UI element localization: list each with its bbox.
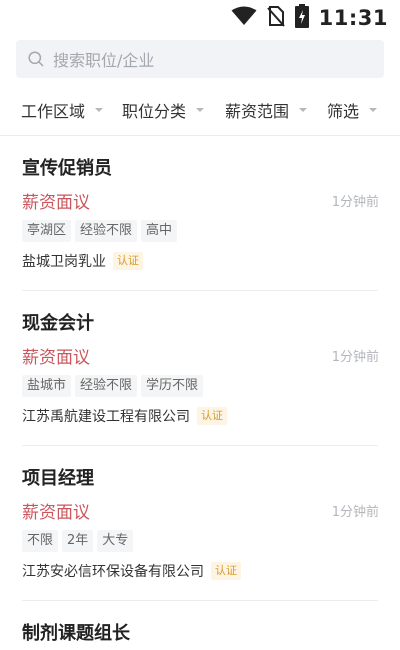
filter-label: 筛选: [327, 102, 360, 121]
job-tag: 经验不限: [75, 375, 138, 397]
search-placeholder: 搜索职位/企业: [53, 51, 155, 70]
filter-bar: 工作区域 职位分类 薪资范围 筛选: [0, 92, 400, 128]
job-tag: 盐城市: [22, 375, 72, 397]
filter-more[interactable]: 筛选: [327, 92, 378, 128]
search-input[interactable]: 搜索职位/企业: [16, 40, 384, 78]
company-name: 盐城卫岗乳业: [22, 254, 106, 270]
job-card[interactable]: 宣传促销员 薪资面议 1分钟前 亭湖区 经验不限 高中 盐城卫岗乳业 认证: [0, 136, 400, 291]
battery-charging-icon: [294, 4, 309, 32]
verified-badge: 认证: [197, 407, 227, 425]
job-title: 现金会计: [22, 313, 94, 334]
dropdown-arrow-icon: [196, 108, 205, 112]
job-tag: 大专: [97, 530, 134, 552]
job-tag: 学历不限: [141, 375, 204, 397]
verified-badge: 认证: [113, 252, 143, 270]
filter-work-area[interactable]: 工作区域: [21, 92, 104, 128]
job-card[interactable]: 项目经理 薪资面议 1分钟前 不限 2年 大专 江苏安必信环保设备有限公司 认证: [0, 446, 400, 601]
status-time: 11:31: [318, 6, 388, 30]
status-bar: 11:31: [0, 0, 400, 36]
job-salary: 薪资面议: [22, 348, 90, 368]
status-icons: 11:31: [231, 4, 388, 32]
job-tag: 亭湖区: [22, 220, 72, 242]
filter-label: 职位分类: [122, 102, 187, 121]
job-tag: 经验不限: [75, 220, 138, 242]
job-salary: 薪资面议: [22, 503, 90, 523]
filter-label: 工作区域: [21, 102, 86, 121]
job-tag: 高中: [141, 220, 178, 242]
job-company: 江苏安必信环保设备有限公司 认证: [22, 561, 241, 581]
job-post-time: 1分钟前: [331, 195, 379, 210]
dropdown-arrow-icon: [299, 108, 308, 112]
job-tags: 亭湖区 经验不限 高中: [22, 220, 178, 242]
filter-salary-range[interactable]: 薪资范围: [225, 92, 308, 128]
no-sim-icon: [266, 5, 285, 31]
dropdown-arrow-icon: [369, 108, 378, 112]
job-company: 盐城卫岗乳业 认证: [22, 251, 143, 271]
job-post-time: 1分钟前: [331, 350, 379, 365]
dropdown-arrow-icon: [95, 108, 104, 112]
job-title: 宣传促销员: [22, 158, 112, 179]
job-card[interactable]: 现金会计 薪资面议 1分钟前 盐城市 经验不限 学历不限 江苏禹航建设工程有限公…: [0, 291, 400, 446]
company-name: 江苏安必信环保设备有限公司: [22, 564, 204, 580]
job-tags: 不限 2年 大专: [22, 530, 134, 552]
filter-label: 薪资范围: [225, 102, 290, 121]
job-post-time: 1分钟前: [331, 505, 379, 520]
job-card[interactable]: 制剂课题组长: [0, 601, 400, 650]
wifi-icon: [231, 6, 257, 30]
filter-job-category[interactable]: 职位分类: [122, 92, 205, 128]
job-company: 江苏禹航建设工程有限公司 认证: [22, 406, 227, 426]
company-name: 江苏禹航建设工程有限公司: [22, 409, 190, 425]
job-tags: 盐城市 经验不限 学历不限: [22, 375, 204, 397]
search-icon: [28, 51, 44, 67]
job-tag: 不限: [22, 530, 59, 552]
job-title: 项目经理: [22, 468, 94, 489]
job-salary: 薪资面议: [22, 193, 90, 213]
job-title: 制剂课题组长: [22, 623, 130, 644]
job-tag: 2年: [62, 530, 94, 552]
verified-badge: 认证: [211, 562, 241, 580]
